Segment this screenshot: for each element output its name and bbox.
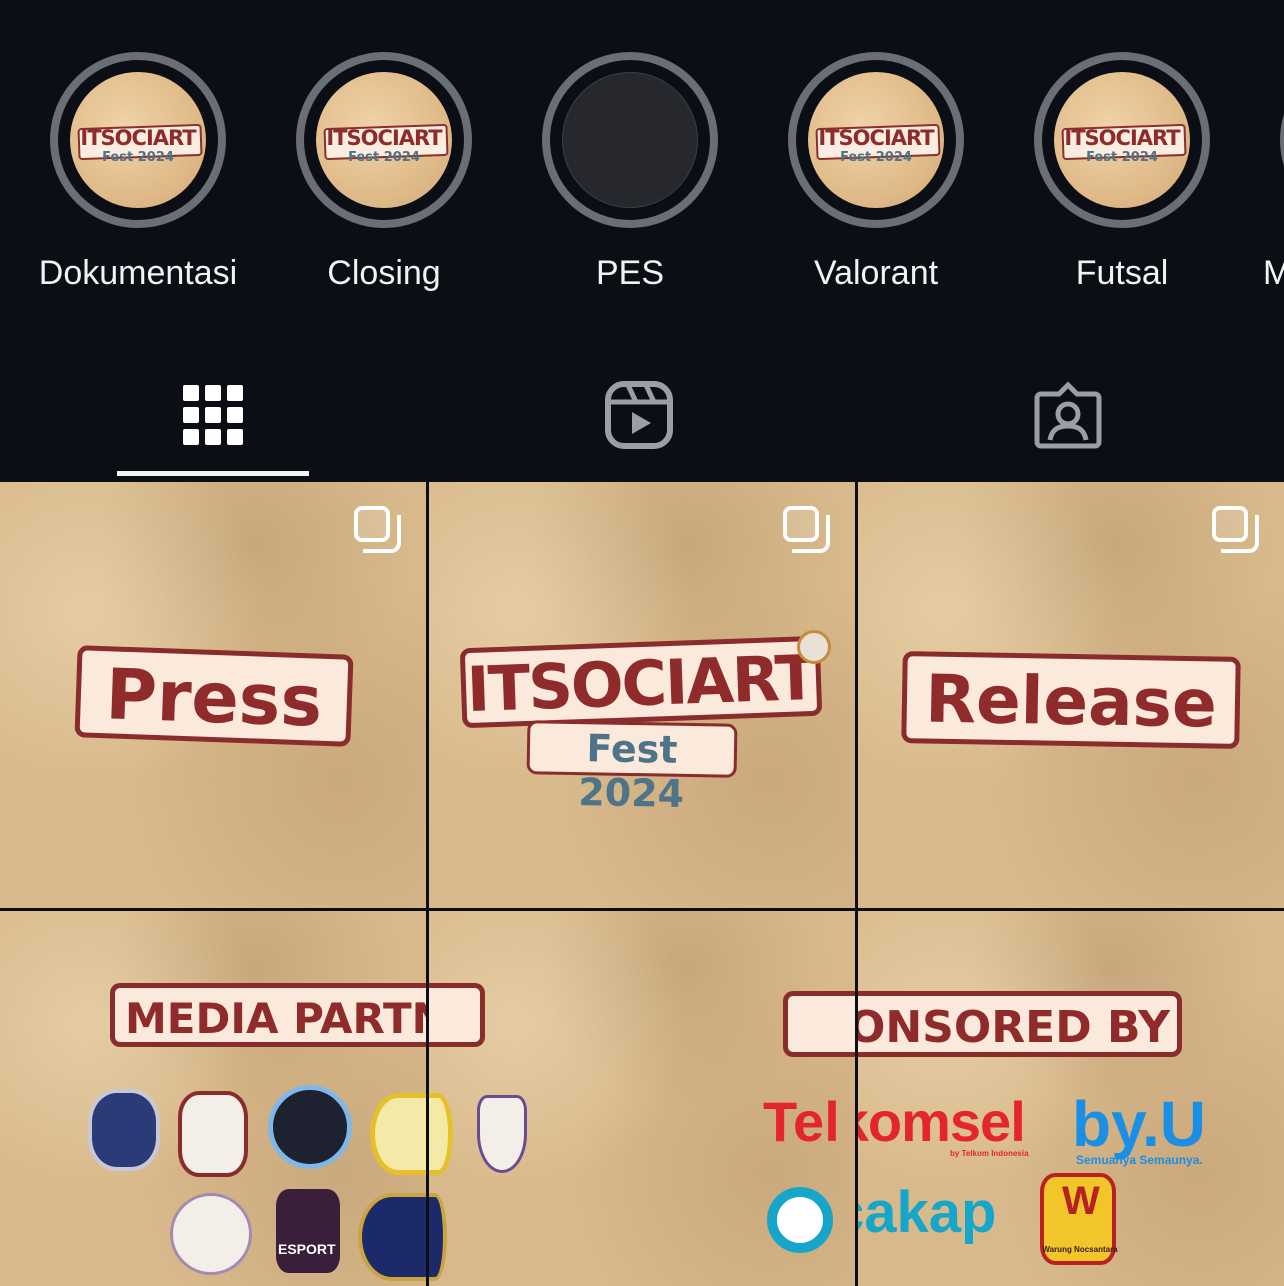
highlight-label: Closing	[327, 254, 441, 292]
partner-logo	[370, 1093, 426, 1175]
media-partner-sign: MEDIA PARTNER	[110, 983, 426, 1047]
tab-tagged[interactable]	[1033, 380, 1103, 450]
tagged-person-icon	[1034, 381, 1102, 449]
highlight-cover: ITSOCIART Fest 2024	[808, 72, 944, 208]
itsociart-sign: ITSOCIART	[459, 635, 823, 729]
highlight-cover: ITSOCIART Fest 2024	[70, 72, 206, 208]
post-media-partner-left[interactable]: MEDIA PARTNER ESPORT	[0, 911, 426, 1286]
highlight-label: Futsal	[1075, 254, 1169, 292]
sponsored-sign-start	[783, 991, 855, 1057]
highlight-pes[interactable]: PES	[507, 52, 753, 312]
press-sign: Press	[74, 645, 354, 747]
byu-logo: by.U	[1072, 1088, 1206, 1160]
itsociart-logo: ITSOCIART Fest 2024	[815, 122, 941, 165]
fest-sign: Fest 2024	[526, 720, 738, 816]
sponsored-heading: SPONSORED BY	[858, 1002, 1171, 1053]
warung-nocsantara-logo: W Warung Nocsantara	[1040, 1173, 1118, 1265]
itsociart-logo: ITSOCIART Fest 2024	[323, 122, 449, 165]
highlight-label: PES	[595, 254, 665, 292]
itsociart-sub: Fest 2024	[577, 726, 685, 816]
telkomsel-logo-part: Tel	[763, 1090, 840, 1153]
release-sign: Release	[901, 651, 1241, 749]
byu-tagline: Semuanya Semaunya.	[1076, 1153, 1203, 1167]
highlight-ring: ITSOCIART Fest 2024	[1034, 52, 1210, 228]
highlight-ring: ITSOCIART Fest 2024	[50, 52, 226, 228]
itsociart-title: ITSOCIART	[465, 640, 817, 727]
partner-logo	[88, 1089, 160, 1171]
post-partners-middle[interactable]: Tel	[429, 911, 855, 1286]
highlight-label: Dokumentasi	[38, 254, 238, 292]
grid-icon	[183, 385, 243, 445]
partner-logo	[429, 1193, 447, 1281]
partner-logo	[268, 1085, 352, 1169]
tab-posts[interactable]	[178, 380, 248, 450]
highlight-ring: ITSOCIART Fest 2024	[296, 52, 472, 228]
highlight-partial[interactable]: M	[1245, 52, 1284, 312]
reels-icon	[605, 381, 673, 449]
post-itsociart[interactable]: ITSOCIART Fest 2024	[429, 482, 855, 908]
cakap-icon	[767, 1187, 833, 1253]
highlight-dokumentasi[interactable]: ITSOCIART Fest 2024 Dokumentasi	[15, 52, 261, 312]
media-partner-heading: MEDIA PARTNER	[125, 994, 426, 1043]
highlight-label: M	[1263, 254, 1284, 292]
highlight-ring: ITSOCIART Fest 2024	[788, 52, 964, 228]
cakap-logo: cakap	[858, 1180, 997, 1245]
post-release[interactable]: Release	[858, 482, 1284, 908]
telkomsel-logo: Telkomsel	[858, 1090, 1026, 1153]
highlight-label: Valorant	[813, 254, 939, 292]
highlight-ring	[542, 52, 718, 228]
press-text: Press	[104, 653, 324, 743]
partner-logo	[358, 1193, 426, 1281]
post-press[interactable]: Press	[0, 482, 426, 908]
sponsored-sign: SPONSORED BY	[858, 991, 1182, 1057]
partner-logo	[170, 1193, 252, 1275]
carousel-icon	[1212, 506, 1260, 554]
itsociart-logo: ITSOCIART Fest 2024	[1061, 122, 1187, 165]
partner-logo	[178, 1091, 248, 1177]
highlight-futsal[interactable]: ITSOCIART Fest 2024 Futsal	[999, 52, 1245, 312]
highlight-closing[interactable]: ITSOCIART Fest 2024 Closing	[261, 52, 507, 312]
highlight-cover-empty	[562, 72, 698, 208]
story-highlights-row: ITSOCIART Fest 2024 Dokumentasi ITSOCIAR…	[0, 0, 1284, 340]
highlight-valorant[interactable]: ITSOCIART Fest 2024 Valorant	[753, 52, 999, 312]
compass-icon	[797, 630, 831, 664]
tab-reels[interactable]	[604, 380, 674, 450]
carousel-icon	[354, 506, 402, 554]
partner-logo	[477, 1095, 527, 1173]
posts-grid: Press ITSOCIART Fest 2024 Release MEDIA …	[0, 480, 1284, 1286]
telkomsel-sub: by Telkom Indonesia	[950, 1149, 1029, 1158]
carousel-icon	[783, 506, 831, 554]
active-tab-indicator	[117, 471, 309, 476]
highlight-ring	[1280, 52, 1284, 228]
highlight-cover: ITSOCIART Fest 2024	[1054, 72, 1190, 208]
profile-tabs	[0, 340, 1284, 480]
media-partner-sign-end	[429, 983, 485, 1047]
post-sponsored-by[interactable]: SPONSORED BY Telkomsel by Telkom Indones…	[858, 911, 1284, 1286]
esport-logo: ESPORT	[276, 1189, 340, 1273]
partner-logo	[429, 1093, 453, 1175]
highlight-cover: ITSOCIART Fest 2024	[316, 72, 452, 208]
itsociart-logo: ITSOCIART Fest 2024	[77, 122, 203, 165]
release-text: Release	[924, 660, 1218, 743]
